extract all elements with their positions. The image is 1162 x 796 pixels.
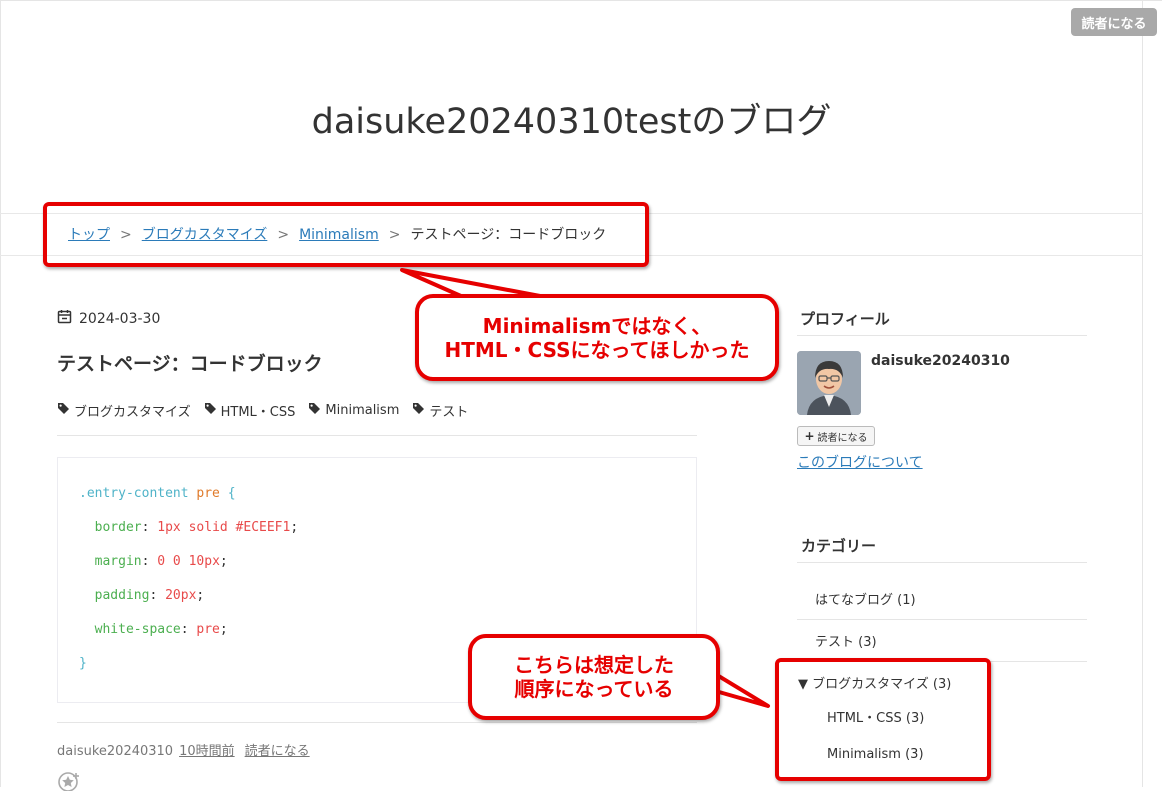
- callout-tail-category: [710, 670, 770, 708]
- annotation-callout-breadcrumb: Minimalismではなく、 HTML・CSSになってほしかった: [415, 294, 779, 381]
- callout-text-line: HTML・CSSになってほしかった: [444, 337, 750, 362]
- callout-text-line: Minimalismではなく、: [482, 313, 712, 338]
- callout-text-line: 順序になっている: [514, 677, 674, 701]
- annotation-callout-category: こちらは想定した 順序になっている: [468, 634, 720, 720]
- callout-text-line: こちらは想定した: [514, 653, 674, 677]
